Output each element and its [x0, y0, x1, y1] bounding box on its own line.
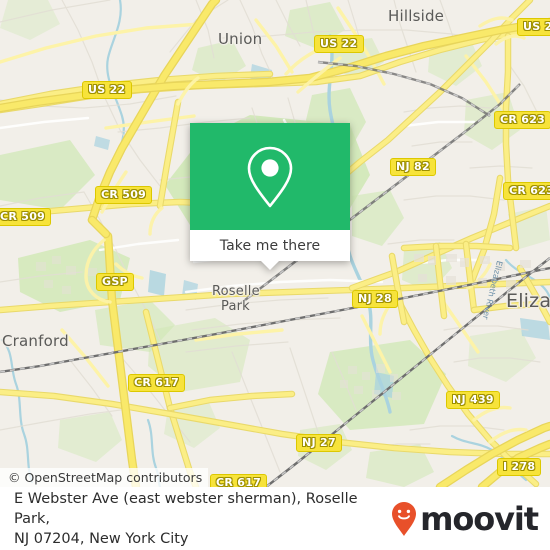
road-shield-us22-ne: US 22: [517, 18, 550, 36]
address-line-2: NJ 07204, New York City: [14, 530, 189, 547]
location-pin-icon: [247, 146, 293, 207]
road-shield-nj27: NJ 27: [296, 434, 342, 452]
card-action-panel[interactable]: Take me there: [190, 230, 350, 270]
moovit-logo[interactable]: moovit: [391, 501, 550, 537]
road-shield-cr509-west: CR 509: [0, 208, 52, 226]
map-share-card: .wt{fill:none;stroke:#aad3df;stroke-widt…: [0, 0, 550, 550]
road-shield-cr623-north: CR 623: [494, 111, 550, 129]
osm-attribution[interactable]: © OpenStreetMap contributors: [0, 468, 209, 487]
address-line-1: E Webster Ave (east webster sherman), Ro…: [14, 490, 358, 527]
road-shield-us22-union: US 22: [314, 35, 364, 53]
location-info-card[interactable]: Take me there: [190, 123, 350, 270]
road-shield-us22-west: US 22: [82, 81, 132, 99]
moovit-smile-pin-icon: [392, 501, 417, 536]
road-shield-cr623-south: CR 623: [503, 182, 550, 200]
footer-bar: E Webster Ave (east webster sherman), Ro…: [0, 487, 550, 550]
moovit-wordmark: moovit: [420, 499, 539, 538]
road-shield-nj28: NJ 28: [352, 290, 398, 308]
road-shield-gsp: GSP: [96, 273, 134, 291]
card-pointer-tail: [260, 260, 280, 270]
address-text: E Webster Ave (east webster sherman), Ro…: [0, 489, 395, 549]
card-image-panel: [190, 123, 350, 230]
take-me-there-button[interactable]: Take me there: [220, 238, 321, 254]
road-shield-cr617-south: CR 617: [210, 474, 268, 487]
road-shield-i278: I 278: [497, 458, 542, 476]
road-shield-nj82: NJ 82: [390, 158, 436, 176]
road-shield-cr509: CR 509: [95, 186, 153, 204]
road-shield-cr617: CR 617: [128, 374, 186, 392]
road-shield-nj439: NJ 439: [446, 391, 500, 409]
